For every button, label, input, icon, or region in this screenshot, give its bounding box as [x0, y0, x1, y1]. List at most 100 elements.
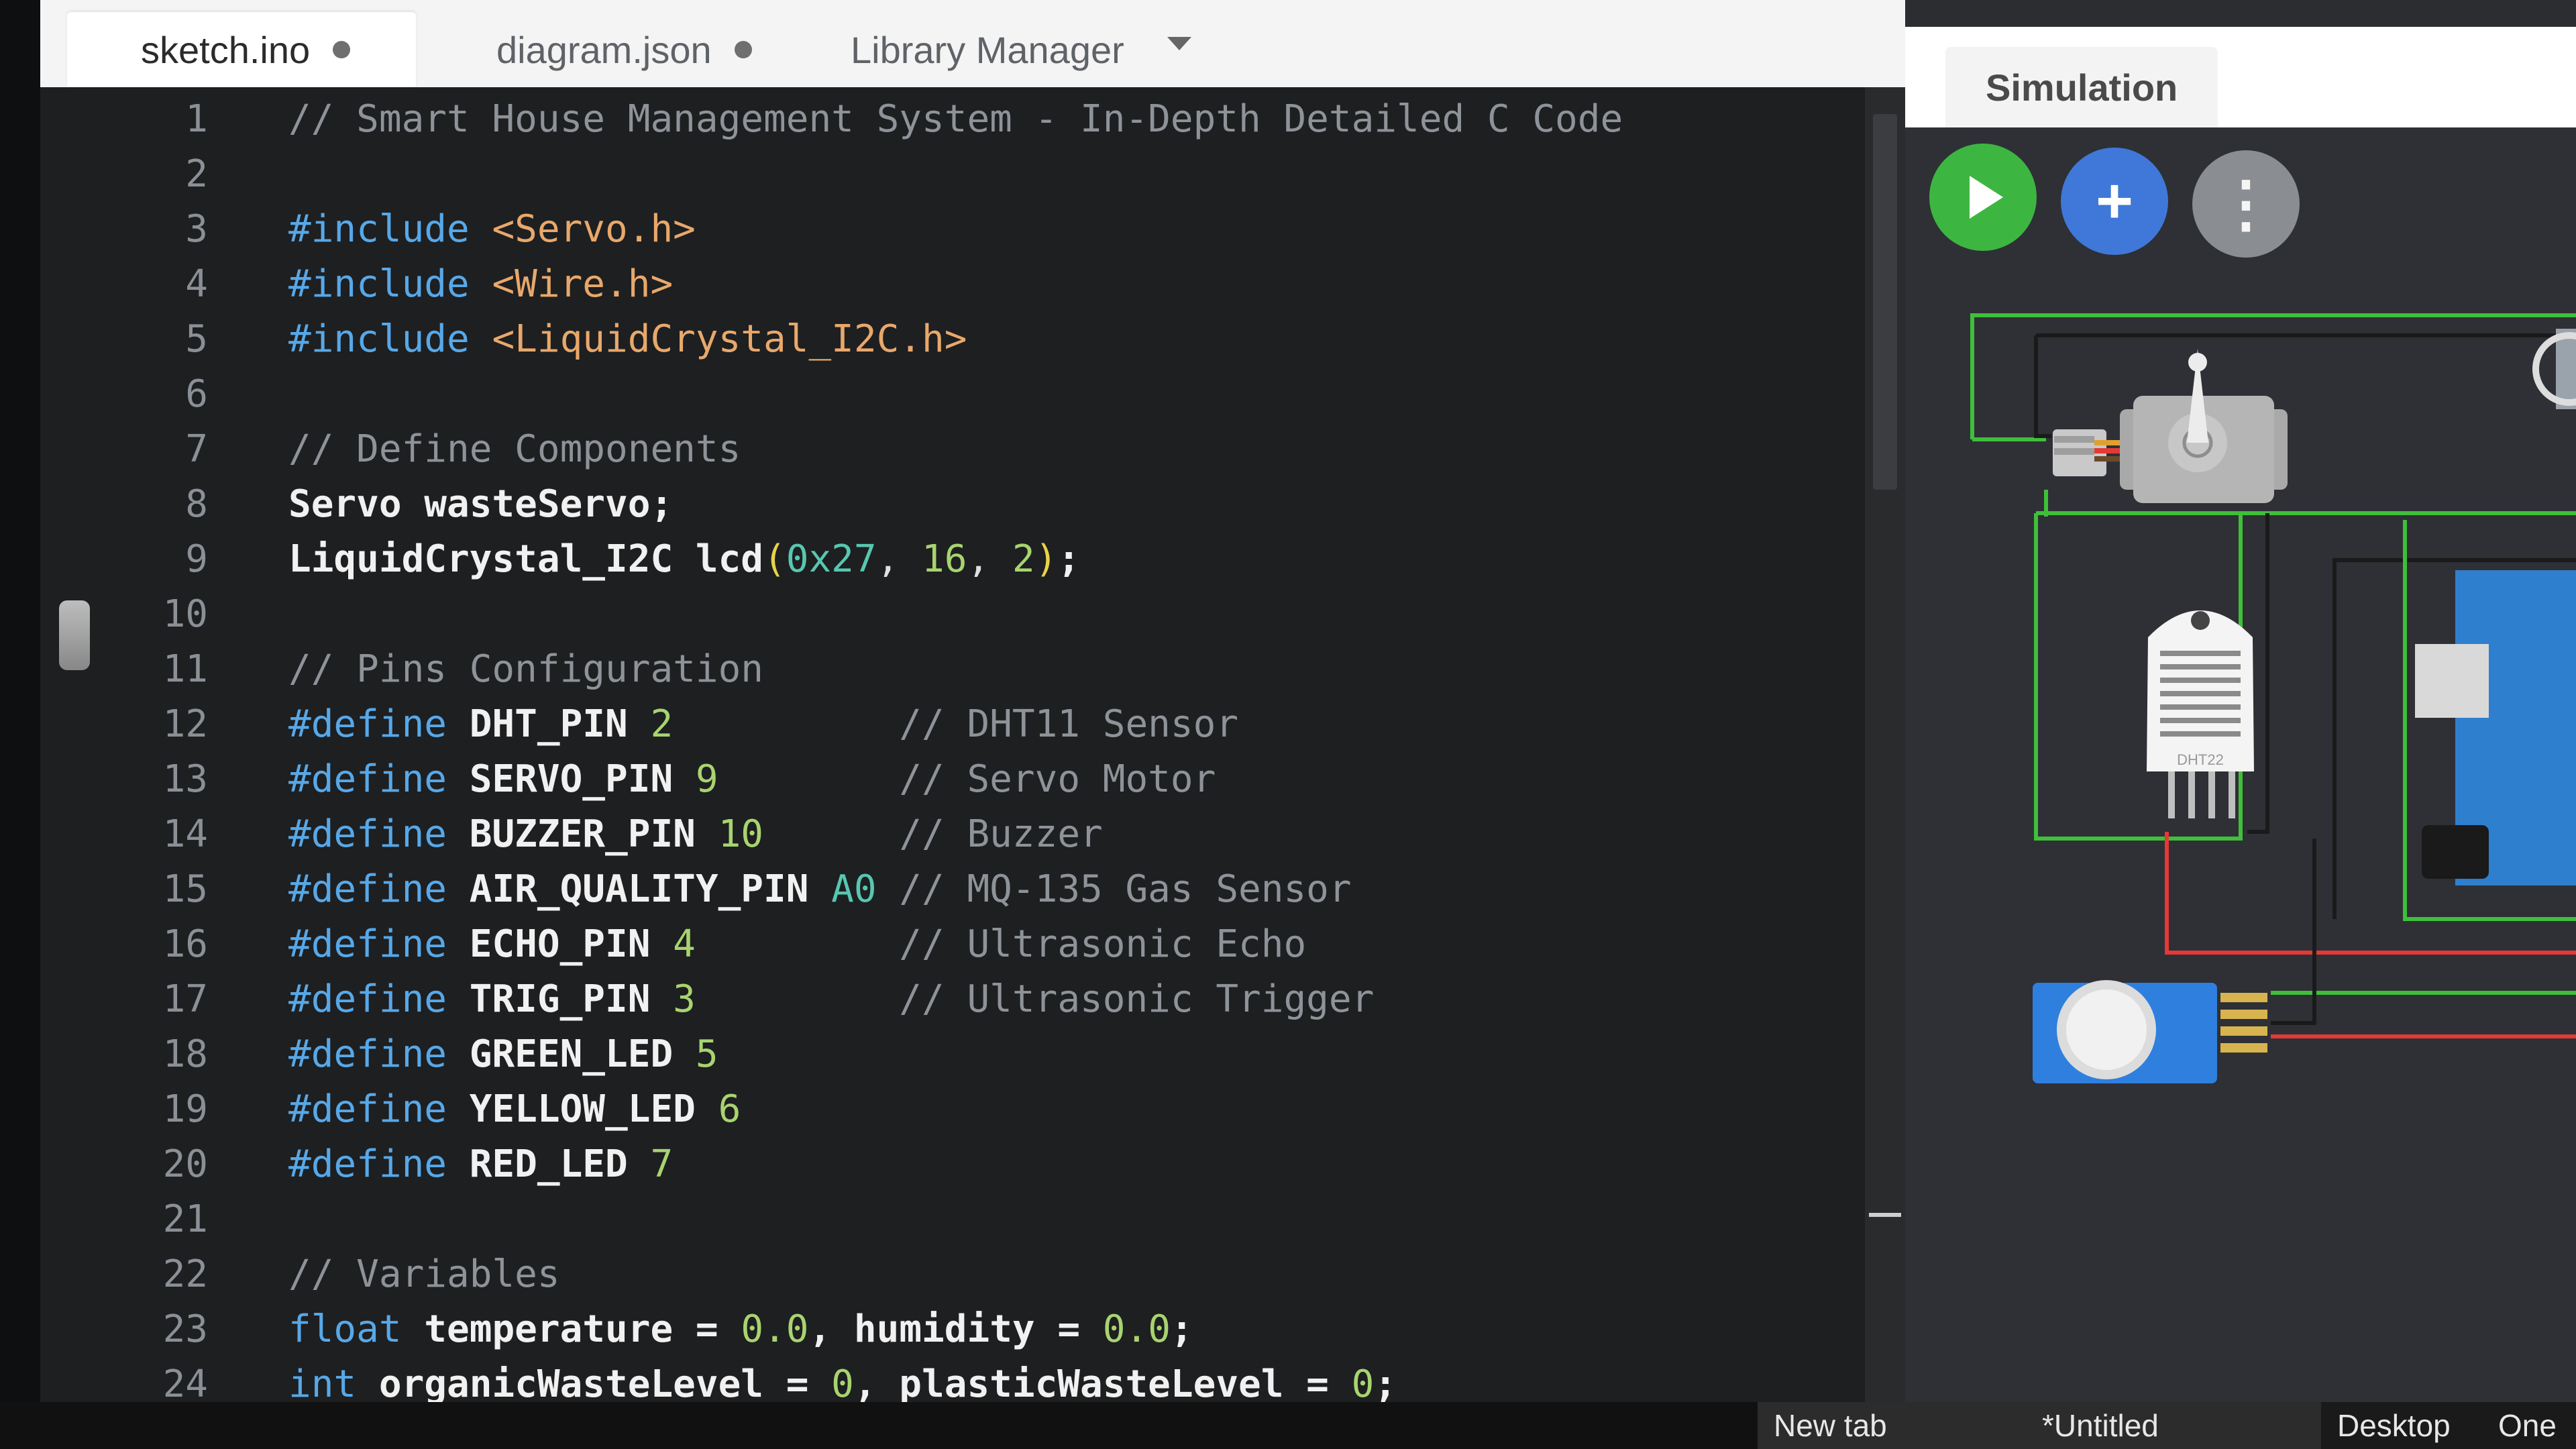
- code-line[interactable]: 3 #include <Servo.h>: [40, 203, 1865, 256]
- code-token: // Ultrasonic Echo: [695, 922, 1307, 966]
- line-source: // Pins Configuration: [288, 643, 763, 696]
- code-token: GREEN_LED: [469, 1032, 696, 1076]
- unsaved-dot-icon: [734, 41, 752, 58]
- code-token: <Servo.h>: [492, 207, 696, 251]
- line-number: 14: [162, 812, 208, 856]
- editor-scrollbar[interactable]: [1865, 87, 1905, 1449]
- code-token: DHT_PIN: [469, 702, 651, 746]
- code-line[interactable]: 22 // Variables: [40, 1248, 1865, 1301]
- code-token: ;: [1170, 1307, 1193, 1351]
- code-token: <LiquidCrystal_I2C.h>: [492, 317, 967, 361]
- simulation-tab-bar: Simulation: [1905, 27, 2576, 127]
- code-line[interactable]: 12 #define DHT_PIN 2 // DHT11 Sensor: [40, 698, 1865, 751]
- code-line[interactable]: 19 #define YELLOW_LED 6: [40, 1083, 1865, 1136]
- code-line[interactable]: 23 float temperature = 0.0, humidity = 0.…: [40, 1303, 1865, 1356]
- line-source: #define SERVO_PIN 9 // Servo Motor: [288, 753, 1216, 806]
- line-source: float temperature = 0.0, humidity = 0.0;: [288, 1303, 1193, 1356]
- code-line[interactable]: 17 #define TRIG_PIN 3 // Ultrasonic Trigg…: [40, 973, 1865, 1026]
- code-line[interactable]: 4 #include <Wire.h>: [40, 258, 1865, 311]
- code-line[interactable]: 14 #define BUZZER_PIN 10 // Buzzer: [40, 808, 1865, 861]
- code-token: 16: [922, 537, 967, 581]
- code-token: , humidity =: [808, 1307, 1103, 1351]
- tab-label: diagram.json: [496, 28, 712, 71]
- line-source: #define GREEN_LED 5: [288, 1028, 718, 1081]
- scrollbar-thumb[interactable]: [1873, 114, 1897, 490]
- code-line[interactable]: 2: [40, 148, 1865, 201]
- code-token: RED_LED: [469, 1142, 651, 1186]
- line-number: 22: [162, 1252, 208, 1296]
- taskbar-item-onedrive[interactable]: One: [2482, 1402, 2576, 1449]
- code-token: 9: [695, 757, 718, 801]
- code-token: #include: [288, 262, 492, 306]
- tab-diagram-json[interactable]: diagram.json: [456, 12, 752, 87]
- code-line[interactable]: 15 #define AIR_QUALITY_PIN A0 // MQ-135 G…: [40, 863, 1865, 916]
- code-token: // MQ-135 Gas Sensor: [876, 867, 1352, 911]
- code-token: AIR_QUALITY_PIN: [469, 867, 832, 911]
- unsaved-dot-icon: [333, 41, 351, 58]
- code-token: 10: [718, 812, 764, 856]
- code-line[interactable]: 11 // Pins Configuration: [40, 643, 1865, 696]
- code-token: organicWasteLevel =: [378, 1362, 832, 1406]
- code-token: // Buzzer: [763, 812, 1103, 856]
- taskbar-item-browser[interactable]: New tab: [1758, 1402, 2029, 1449]
- line-number: 17: [162, 977, 208, 1021]
- editor-tab-bar: sketch.ino diagram.json Library Manager: [40, 0, 1905, 87]
- code-line[interactable]: 20 #define RED_LED 7: [40, 1138, 1865, 1191]
- code-token: 7: [650, 1142, 674, 1186]
- code-token: #define: [288, 812, 470, 856]
- line-number: 6: [185, 372, 208, 416]
- code-token: <Wire.h>: [492, 262, 674, 306]
- dht22-label: DHT22: [2177, 751, 2224, 768]
- code-line[interactable]: 16 #define ECHO_PIN 4 // Ultrasonic Echo: [40, 918, 1865, 971]
- code-token: ;: [1374, 1362, 1397, 1406]
- code-token: 3: [673, 977, 696, 1021]
- tab-simulation[interactable]: Simulation: [1945, 47, 2218, 127]
- code-token: #define: [288, 867, 470, 911]
- chevron-down-icon[interactable]: [1167, 37, 1191, 50]
- code-token: 2: [1012, 537, 1035, 581]
- code-token: float: [288, 1307, 425, 1351]
- hand-cursor-icon: [59, 600, 90, 670]
- tab-library-manager[interactable]: Library Manager: [824, 12, 1124, 87]
- code-line[interactable]: 9 LiquidCrystal_I2C lcd(0x27, 16, 2);: [40, 533, 1865, 586]
- line-source: #include <Wire.h>: [288, 258, 673, 311]
- line-number: 12: [162, 702, 208, 746]
- code-token: 0.0: [1102, 1307, 1171, 1351]
- code-token: ,: [967, 537, 1012, 581]
- code-token: 0x27: [786, 537, 877, 581]
- code-token: temperature =: [424, 1307, 741, 1351]
- code-line[interactable]: 13 #define SERVO_PIN 9 // Servo Motor: [40, 753, 1865, 806]
- code-area[interactable]: 1 // Smart House Management System - In-D…: [40, 87, 1865, 1449]
- code-line[interactable]: 18 #define GREEN_LED 5: [40, 1028, 1865, 1081]
- code-token: , plasticWasteLevel =: [853, 1362, 1352, 1406]
- code-line[interactable]: 1 // Smart House Management System - In-D…: [40, 93, 1865, 146]
- line-number: 21: [162, 1197, 208, 1241]
- code-line[interactable]: 21: [40, 1193, 1865, 1246]
- line-source: LiquidCrystal_I2C lcd(0x27, 16, 2);: [288, 533, 1080, 586]
- line-source: // Define Components: [288, 423, 741, 476]
- code-token: // Servo Motor: [718, 757, 1216, 801]
- tab-sketch-ino[interactable]: sketch.ino: [67, 12, 416, 87]
- taskbar-item-desktop[interactable]: Desktop: [2321, 1402, 2491, 1449]
- code-token: ,: [876, 537, 922, 581]
- line-source: #define BUZZER_PIN 10 // Buzzer: [288, 808, 1103, 861]
- code-token: (: [763, 537, 786, 581]
- code-token: ): [1034, 537, 1058, 581]
- code-token: ;: [1057, 537, 1081, 581]
- code-line[interactable]: 7 // Define Components: [40, 423, 1865, 476]
- code-token: #define: [288, 702, 470, 746]
- code-token: ECHO_PIN: [469, 922, 674, 966]
- code-line[interactable]: 5 #include <LiquidCrystal_I2C.h>: [40, 313, 1865, 366]
- line-source: #define YELLOW_LED 6: [288, 1083, 741, 1136]
- code-line[interactable]: 8 Servo wasteServo;: [40, 478, 1865, 531]
- code-token: YELLOW_LED: [469, 1087, 718, 1131]
- code-token: TRIG_PIN: [469, 977, 674, 1021]
- code-token: // Variables: [288, 1252, 560, 1296]
- screen-bezel: [0, 0, 40, 1449]
- simulation-canvas[interactable]: + ⋮ DHT22: [1905, 127, 2576, 1402]
- code-line[interactable]: 10: [40, 588, 1865, 641]
- line-number: 19: [162, 1087, 208, 1131]
- taskbar-item-untitled[interactable]: *Untitled: [2026, 1402, 2324, 1449]
- circuit-diagram: DHT22: [1970, 313, 2576, 1083]
- code-line[interactable]: 6: [40, 368, 1865, 421]
